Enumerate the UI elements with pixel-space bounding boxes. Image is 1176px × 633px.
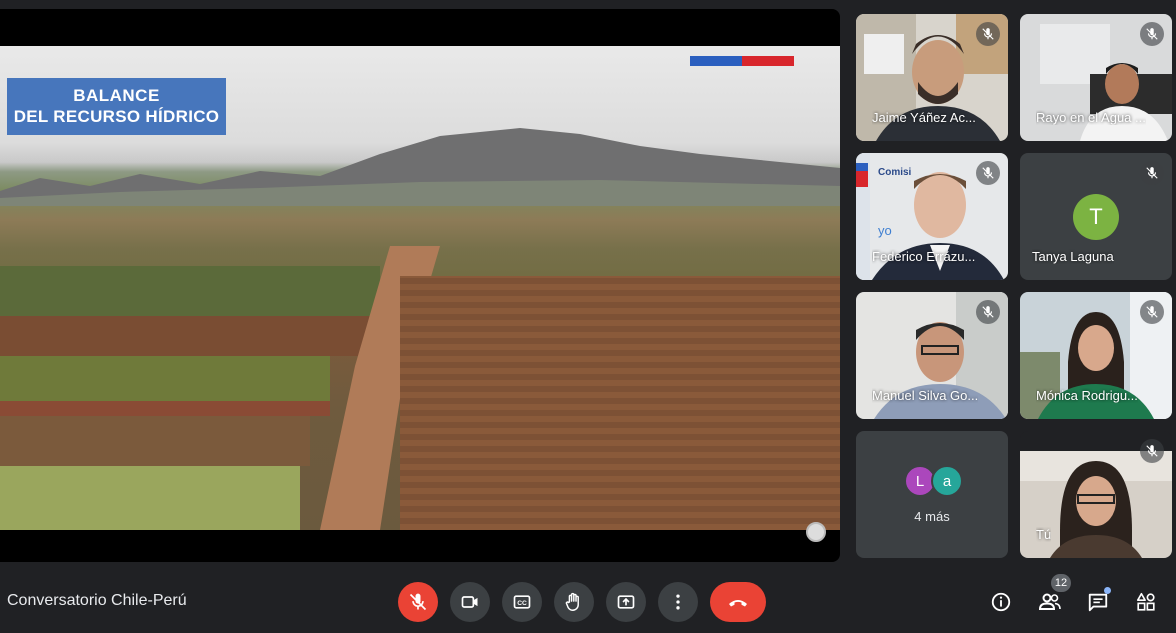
activities-icon [1136, 592, 1155, 611]
more-options-icon [676, 594, 680, 610]
participant-name: Tanya Laguna [1032, 249, 1114, 264]
mic-off-icon [1140, 300, 1164, 324]
camera-toggle-button[interactable] [450, 582, 490, 622]
mic-off-icon [976, 300, 1000, 324]
self-view-tile[interactable]: Tú [1020, 431, 1172, 558]
captions-button[interactable]: CC [502, 582, 542, 622]
mic-off-icon [976, 22, 1000, 46]
end-call-icon [729, 600, 747, 607]
avatar: a [931, 465, 963, 497]
camera-icon [461, 596, 478, 608]
presentation-title-line1: BALANCE [73, 86, 160, 105]
more-participants-tile[interactable]: L a 4 más [856, 431, 1008, 558]
end-call-button[interactable] [710, 582, 766, 622]
present-screen-icon [617, 595, 635, 609]
info-icon [991, 592, 1011, 612]
participant-tile-tanya[interactable]: T Tanya Laguna [1020, 153, 1172, 280]
mic-off-icon [1140, 439, 1164, 463]
more-options-button[interactable] [658, 582, 698, 622]
present-screen-button[interactable] [606, 582, 646, 622]
participant-tile-federico[interactable]: Comisi yo Federico Errázu... [856, 153, 1008, 280]
chat-notification-dot [1104, 587, 1111, 594]
participant-name: Federico Errázu... [872, 249, 976, 264]
participant-name: Rayo en el Agua ... [1036, 110, 1146, 125]
logo-watermark-icon [806, 522, 826, 542]
mic-off-icon [976, 161, 1000, 185]
participant-name: Tú [1036, 527, 1052, 542]
captions-icon: CC [513, 595, 531, 609]
participant-name: Jaime Yáñez Ac... [872, 110, 976, 125]
mic-off-icon [409, 593, 427, 611]
mic-off-icon [1140, 161, 1164, 185]
participant-tile-manuel[interactable]: Manuel Silva Go... [856, 292, 1008, 419]
participant-name: Manuel Silva Go... [872, 388, 979, 403]
presentation-stage[interactable]: BALANCE DEL RECURSO HÍDRICO [0, 9, 840, 562]
avatar: T [1073, 194, 1119, 240]
meeting-title: Conversatorio Chile-Perú [7, 592, 187, 609]
chile-flag-bar [690, 56, 794, 66]
raise-hand-icon [565, 592, 579, 611]
more-participants-label: 4 más [914, 509, 950, 524]
commission-sign-text2: yo [878, 223, 892, 238]
commission-sign-text: Comisi [878, 167, 912, 178]
raise-hand-button[interactable] [554, 582, 594, 622]
participant-tile-monica[interactable]: Mónica Rodrigu... [1020, 292, 1172, 419]
mic-off-icon [1140, 22, 1164, 46]
svg-text:CC: CC [517, 600, 527, 607]
chat-icon [1088, 593, 1108, 612]
people-count-badge: 12 [1051, 574, 1071, 592]
participant-tile-jaime[interactable]: Jaime Yáñez Ac... [856, 14, 1008, 141]
people-button[interactable] [1038, 590, 1062, 614]
meeting-details-button[interactable] [989, 590, 1013, 614]
participant-tile-rayo[interactable]: Rayo en el Agua ... [1020, 14, 1172, 141]
plowed-field [400, 276, 840, 530]
people-icon [1038, 593, 1061, 610]
activities-button[interactable] [1134, 590, 1158, 614]
mic-toggle-button[interactable] [398, 582, 438, 622]
meet-window: BALANCE DEL RECURSO HÍDRICO Jaime Yáñez … [0, 0, 1176, 633]
participant-name: Mónica Rodrigu... [1036, 388, 1138, 403]
presentation-title-box: BALANCE DEL RECURSO HÍDRICO [7, 78, 226, 135]
presentation-title-line2: DEL RECURSO HÍDRICO [13, 107, 220, 126]
